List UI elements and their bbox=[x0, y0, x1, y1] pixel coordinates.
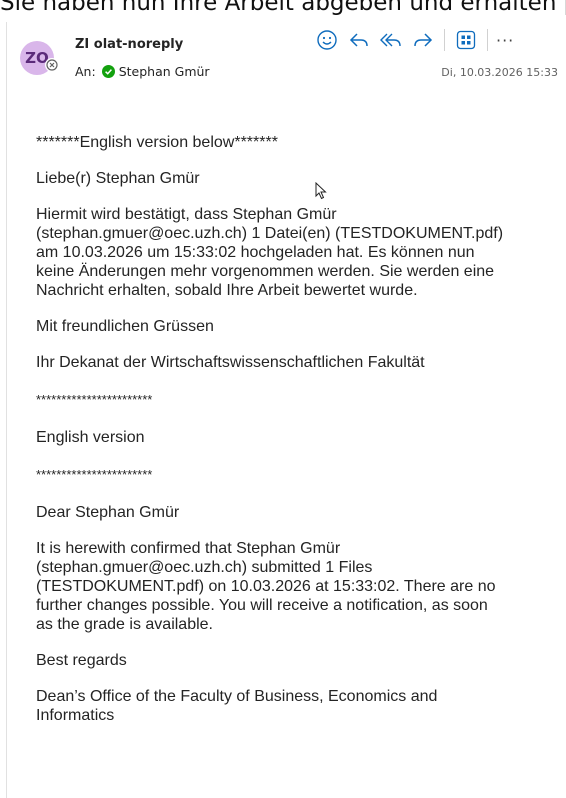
german-paragraph-line: Nachricht erhalten, sobald Ihre Arbeit b… bbox=[36, 282, 418, 299]
german-closing: Mit freundlichen Grüssen bbox=[36, 318, 214, 335]
separator-stars: *********************** bbox=[36, 392, 153, 407]
toolbar-separator bbox=[444, 29, 445, 51]
english-paragraph-line: (stephan.gmuer@oec.uzh.ch) submitted 1 F… bbox=[36, 559, 373, 576]
more-icon[interactable]: ··· bbox=[496, 31, 514, 50]
english-signature-line: Informatics bbox=[36, 707, 115, 724]
english-paragraph-line: It is herewith confirmed that Stephan Gm… bbox=[36, 540, 341, 557]
reading-pane-border bbox=[6, 22, 7, 798]
mouse-pointer-icon bbox=[315, 181, 327, 205]
separator-stars: *********************** bbox=[36, 467, 153, 482]
english-paragraph-line: further changes possible. You will recei… bbox=[36, 597, 488, 614]
reply-all-icon[interactable] bbox=[378, 28, 404, 52]
german-paragraph-line: am 10.03.2026 um 15:33:02 hochgeladen ha… bbox=[36, 244, 475, 261]
to-label: An: bbox=[75, 64, 96, 79]
english-heading: English version bbox=[36, 429, 145, 446]
top-banner-text: Sie haben nun Ihre Arbeit abgeben und er… bbox=[0, 0, 566, 16]
english-greeting: Dear Stephan Gmür bbox=[36, 504, 180, 521]
english-below-note: *******English version below******* bbox=[36, 134, 278, 151]
english-signature-line: Dean’s Office of the Faculty of Business… bbox=[36, 688, 438, 705]
reply-icon[interactable] bbox=[346, 28, 372, 52]
english-paragraph-line: as the grade is available. bbox=[36, 616, 213, 633]
english-closing: Best regards bbox=[36, 652, 127, 669]
available-presence-icon bbox=[101, 65, 115, 78]
message-toolbar: ··· bbox=[314, 28, 514, 52]
german-signature: Ihr Dekanat der Wirtschaftswissenschaftl… bbox=[36, 354, 425, 371]
english-paragraph-line: (TESTDOKUMENT.pdf) on 10.03.2026 at 15:3… bbox=[36, 578, 496, 595]
recipient-name[interactable]: Stephan Gmür bbox=[119, 64, 210, 79]
german-paragraph-line: Hiermit wird bestätigt, dass Stephan Gmü… bbox=[36, 206, 337, 223]
sender-name[interactable]: ZI olat-noreply bbox=[75, 37, 183, 52]
german-greeting: Liebe(r) Stephan Gmür bbox=[36, 170, 200, 187]
apps-icon[interactable] bbox=[453, 28, 479, 52]
blocked-status-icon bbox=[45, 58, 59, 72]
sent-date: Di, 10.03.2026 15:33 bbox=[441, 66, 558, 79]
german-paragraph-line: keine Änderungen mehr vorgenommen werden… bbox=[36, 263, 495, 280]
german-paragraph-line: (stephan.gmuer@oec.uzh.ch) 1 Datei(en) (… bbox=[36, 225, 504, 242]
toolbar-separator bbox=[487, 29, 488, 51]
message-body: *******English version below******* Lieb… bbox=[36, 133, 566, 725]
forward-icon[interactable] bbox=[410, 28, 436, 52]
recipient-row: An: Stephan Gmür bbox=[75, 64, 210, 79]
smiley-icon[interactable] bbox=[314, 28, 340, 52]
